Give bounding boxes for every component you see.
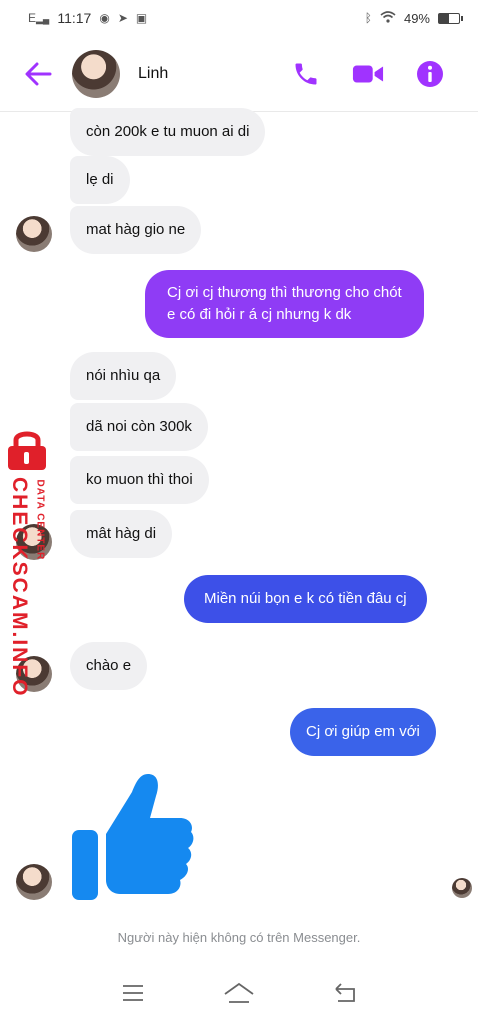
return-icon [335,983,355,1002]
outgoing-message[interactable]: Cj ơi cj thương thì thương cho chót e có… [145,270,424,338]
video-camera-icon [352,65,384,82]
watermark-tagline: DATA CENTER [34,479,46,561]
telegram-notification-icon: ➤ [117,11,128,25]
incoming-message[interactable]: mat hàg gio ne [70,206,202,254]
signal-icon: E▂▄ [28,11,50,25]
back-nav-button[interactable] [325,973,365,1013]
message-list[interactable]: còn 200k e tu muon ai di lẹ di mat hàg g… [0,108,478,910]
incoming-message[interactable]: chào e [70,642,148,690]
status-left: E▂▄ 11:17 ◉ ➤ ▣ [28,10,147,26]
contact-name[interactable]: Linh [138,65,168,83]
system-nav-bar [0,962,478,1024]
phone-icon [295,63,317,84]
info-button[interactable] [414,58,446,90]
status-time: 11:17 [57,10,92,26]
message-line: Cj ơi cj thương thì thương cho chót [167,284,402,301]
battery-icon [438,12,463,24]
back-arrow-icon [25,62,52,85]
padlock-icon [8,431,46,470]
gallery-notification-icon: ▣ [135,11,148,25]
incoming-message[interactable]: dã noi còn 300k [70,403,208,451]
contact-avatar-small [16,864,52,900]
outgoing-message[interactable]: Cj ơi giúp em với [290,708,436,756]
menu-icon [123,985,143,1001]
wifi-icon [380,10,396,26]
conversation-header: Linh [0,36,478,112]
watermark-brand: CHECKSCAM.INFO [8,477,31,698]
message-line: e có đi hỏi r á cj nhưng k dk [167,306,352,323]
back-button[interactable] [18,54,58,94]
incoming-message[interactable]: còn 200k e tu muon ai di [70,108,266,156]
messenger-notification-icon: ◉ [99,11,110,25]
contact-avatar-small [16,216,52,252]
incoming-message[interactable]: nói nhìu qa [70,352,177,400]
video-call-button[interactable] [352,58,384,90]
status-bar: E▂▄ 11:17 ◉ ➤ ▣ ᛒ 49% [0,0,478,36]
home-icon [224,982,254,1003]
thumbs-up-sticker[interactable] [70,772,194,902]
header-actions [290,58,446,90]
incoming-message[interactable]: ko muon thì thoi [70,456,209,504]
watermark: CHECKSCAM.INFO DATA CENTER [2,428,62,698]
incoming-message[interactable]: mât hàg di [70,510,173,558]
info-icon [417,60,443,87]
battery-percent: 49% [403,10,430,26]
incoming-message[interactable]: lẹ di [70,156,130,204]
outgoing-message[interactable]: Miền núi bọn e k có tiền đâu cj [184,575,427,623]
voice-call-button[interactable] [290,58,322,90]
menu-button[interactable] [113,973,153,1013]
seen-receipt-avatar [452,878,472,898]
bluetooth-icon: ᛒ [364,11,372,25]
contact-avatar[interactable] [72,49,120,98]
home-button[interactable] [219,973,259,1013]
unavailable-notice: Người này hiện không có trên Messenger. [117,930,361,945]
status-right: ᛒ 49% [364,10,463,26]
